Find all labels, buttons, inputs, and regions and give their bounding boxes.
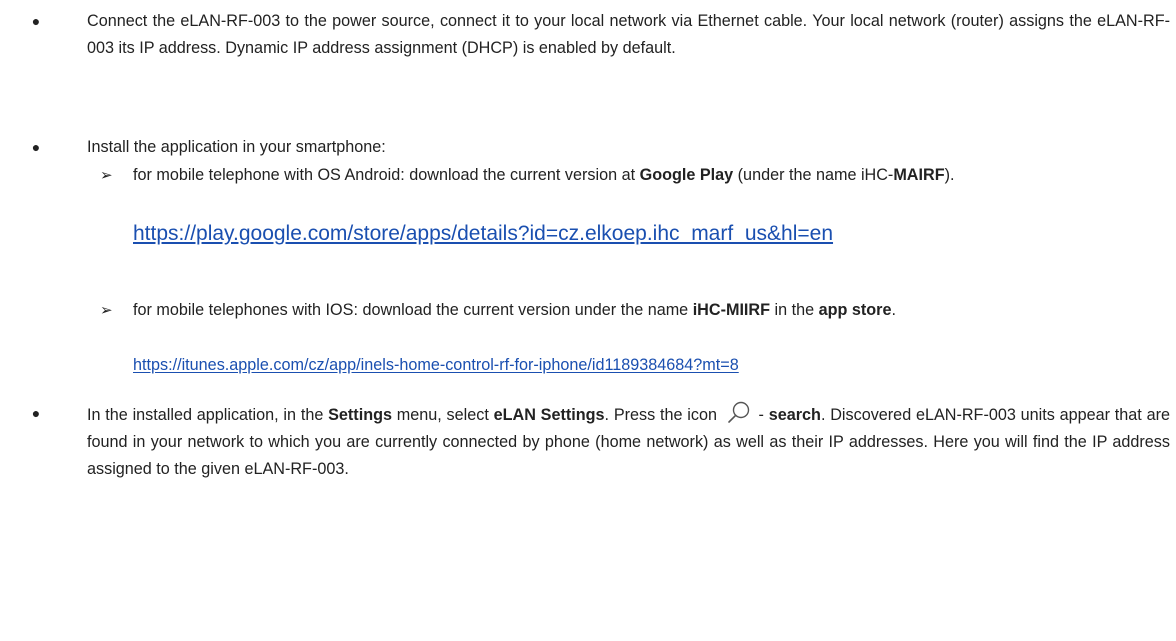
arrow-bullet-icon: ➢ bbox=[100, 302, 113, 319]
document-page: ● Connect the eLAN-RF-003 to the power s… bbox=[0, 0, 1176, 641]
settings-label: Settings bbox=[328, 406, 392, 424]
bullet-marker: ● bbox=[31, 13, 41, 29]
paragraph-settings: In the installed application, in the Set… bbox=[87, 400, 1170, 483]
android-text-pre: for mobile telephone with OS Android: do… bbox=[133, 166, 640, 184]
bullet-marker: ● bbox=[31, 139, 41, 155]
elan-settings-label: eLAN Settings bbox=[493, 406, 605, 424]
settings-text-mid1: menu, select bbox=[391, 406, 494, 424]
bullet-marker: ● bbox=[31, 405, 41, 421]
android-link-line: https://play.google.com/store/apps/detai… bbox=[133, 219, 1170, 249]
mairf-label: MAIRF bbox=[893, 166, 945, 184]
ios-text-mid: in the bbox=[770, 301, 819, 319]
paragraph-connect: Connect the eLAN-RF-003 to the power sou… bbox=[87, 12, 1170, 57]
ios-link-line: https://itunes.apple.com/cz/app/inels-ho… bbox=[133, 352, 1170, 379]
android-text-post: ). bbox=[944, 166, 955, 184]
arrow-bullet-icon: ➢ bbox=[100, 167, 113, 184]
android-instruction: for mobile telephone with OS Android: do… bbox=[133, 162, 1170, 189]
android-text-mid: (under the name iHC- bbox=[733, 166, 894, 184]
app-store-label: app store bbox=[818, 301, 892, 319]
search-icon bbox=[726, 400, 752, 426]
ios-text-pre: for mobile telephones with IOS: download… bbox=[133, 301, 693, 319]
paragraph-install: Install the application in your smartpho… bbox=[87, 138, 386, 156]
ihc-miirf-label: iHC-MIIRF bbox=[692, 301, 771, 319]
search-label: search bbox=[768, 406, 821, 424]
settings-text-mid2: . Press the icon bbox=[604, 406, 722, 424]
ios-instruction: for mobile telephones with IOS: download… bbox=[133, 297, 1170, 324]
settings-text-pre: In the installed application, in the bbox=[87, 406, 329, 424]
settings-text-mid3: - bbox=[753, 406, 769, 424]
google-play-link[interactable]: https://play.google.com/store/apps/detai… bbox=[133, 222, 833, 245]
app-store-link[interactable]: https://itunes.apple.com/cz/app/inels-ho… bbox=[133, 356, 739, 374]
ios-text-post: . bbox=[891, 301, 897, 319]
google-play-label: Google Play bbox=[639, 166, 734, 184]
